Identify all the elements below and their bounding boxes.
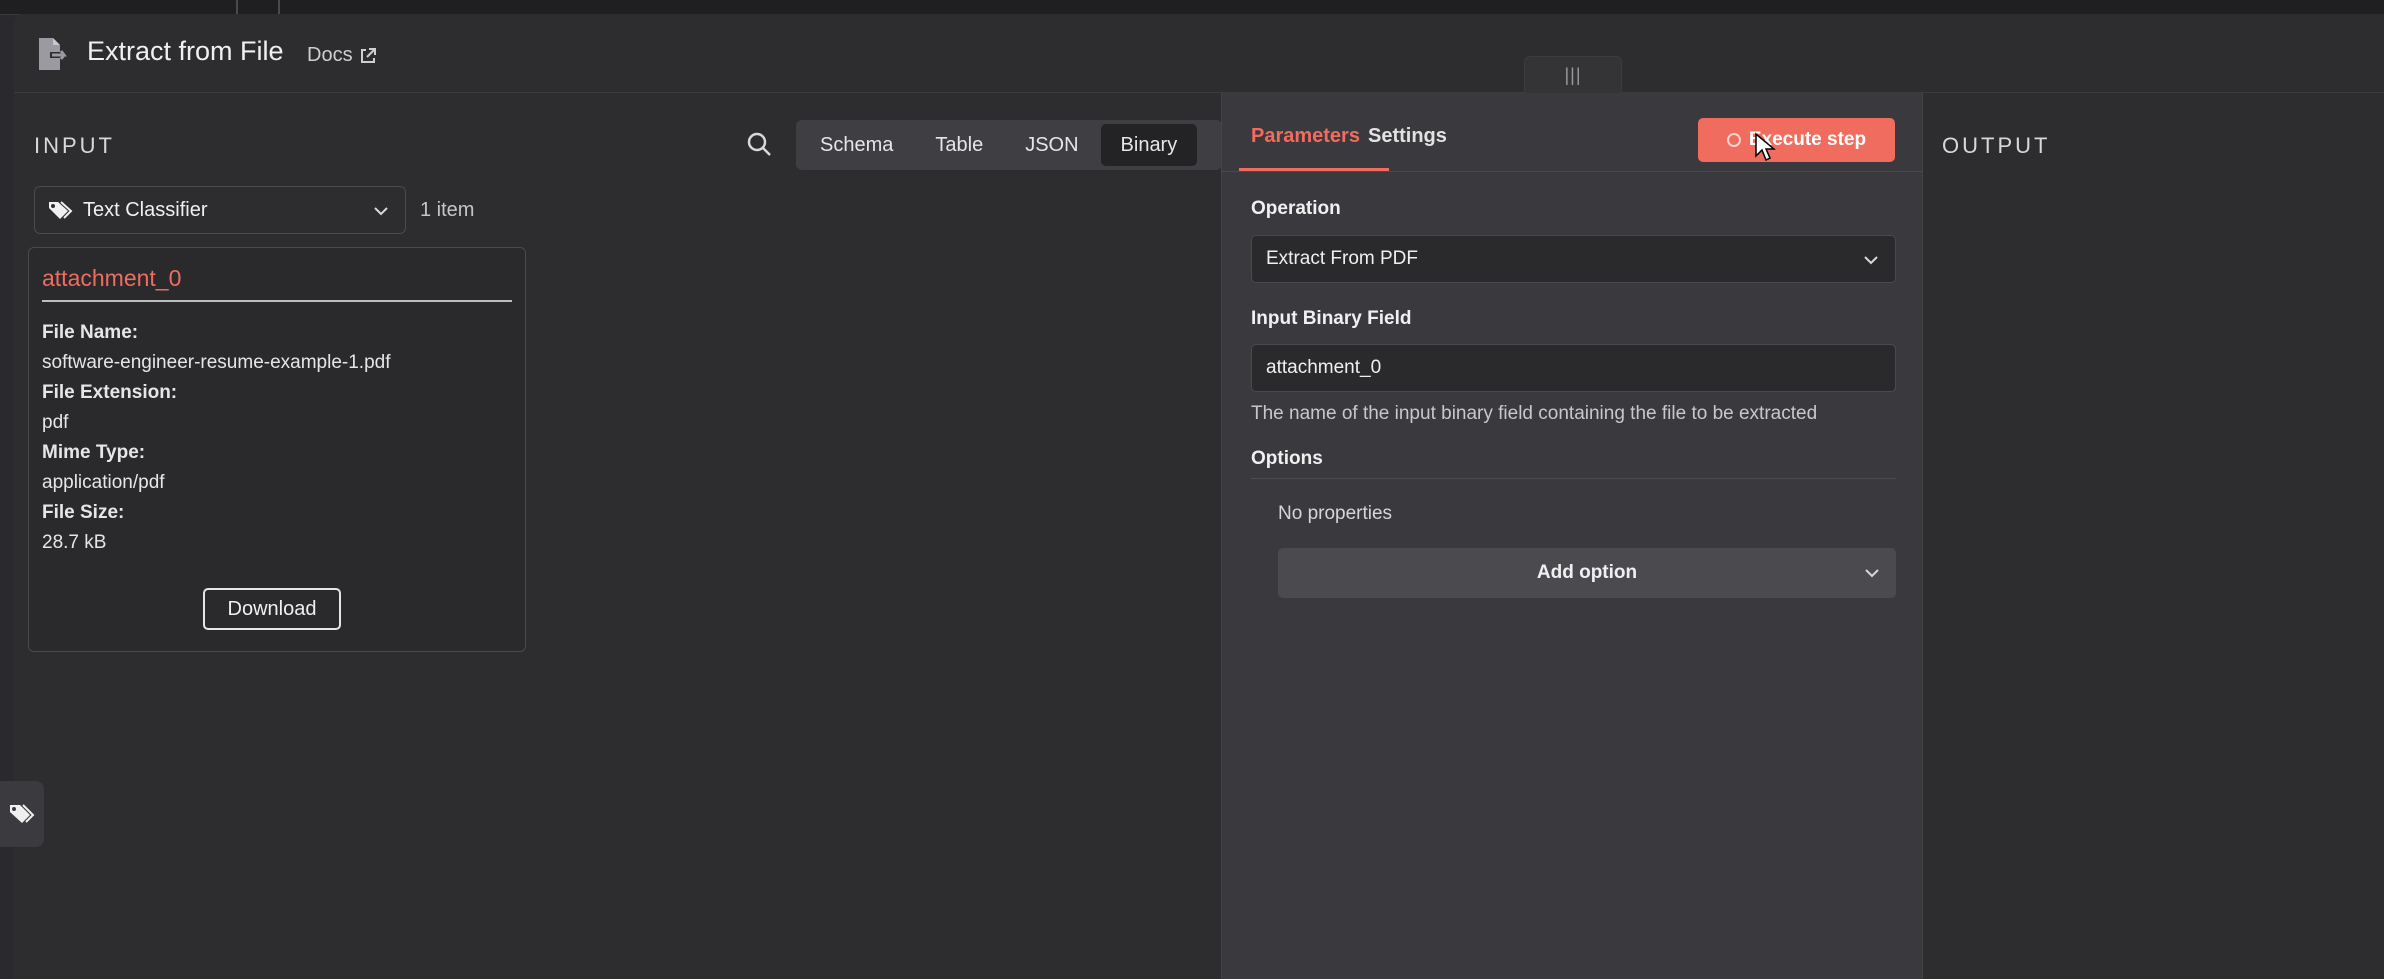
binary-field-input[interactable] [1251,344,1896,392]
field-key: Mime Type: [42,442,146,463]
no-properties-text: No properties [1278,503,1393,524]
operation-select[interactable]: Extract From PDF [1251,235,1896,283]
parameters-pane: Parameters Settings Execute step Operati… [1221,93,1923,979]
node-title: Extract from File [87,36,284,66]
file-export-icon [39,38,67,70]
tab-json[interactable]: JSON [1005,124,1098,166]
operation-label: Operation [1251,198,1341,219]
modal-header: Extract from File Docs [14,14,2384,93]
spinner-icon [1726,133,1741,147]
input-pane: INPUT Schema Table JSON Binary Text Clas… [0,93,1222,979]
operation-value: Extract From PDF [1266,248,1419,269]
field-value: application/pdf [42,472,165,493]
strip-divider [278,0,280,14]
download-button[interactable]: Download [203,588,341,630]
search-icon[interactable] [744,129,776,161]
cursor-icon [1755,132,1776,162]
execute-step-button[interactable]: Execute step [1698,118,1895,162]
field-key: File Name: [42,322,139,343]
tab-parameters[interactable]: Parameters [1251,125,1360,148]
side-tag-button[interactable] [0,781,44,847]
tab-schema[interactable]: Schema [800,124,913,166]
input-pane-label: INPUT [34,133,115,158]
field-value: pdf [42,412,69,433]
strip-divider [236,0,238,14]
source-node-label: Text Classifier [83,198,208,221]
item-count: 1 item [420,199,475,221]
binary-data-card: attachment_0 File Name: software-enginee… [28,247,526,652]
field-key: File Size: [42,502,125,523]
tab-binary[interactable]: Binary [1100,124,1198,166]
chevron-down-icon [1864,256,1878,265]
chevron-down-icon [1865,569,1879,578]
output-pane: OUTPUT [1922,93,2384,979]
add-option-button[interactable]: Add option [1278,548,1896,598]
tab-settings[interactable]: Settings [1368,125,1447,148]
binary-field-hint: The name of the input binary field conta… [1251,403,1818,424]
field-value: software-engineer-resume-example-1.pdf [42,352,391,373]
tag-icon [49,201,73,219]
window-top-strip [0,0,2384,15]
binary-property-name: attachment_0 [42,265,182,291]
external-link-icon [360,47,376,63]
chevron-down-icon [374,207,388,216]
output-pane-label: OUTPUT [1942,133,2051,158]
docs-link-label: Docs [307,44,353,66]
tab-table[interactable]: Table [915,124,1003,166]
tabs-divider [1222,171,1922,172]
add-option-label: Add option [1536,562,1638,583]
node-details-modal: Extract from File Docs ||| INPUT Schema … [0,14,2384,979]
tag-icon [10,804,35,823]
drag-handle-icon[interactable]: ||| [1524,56,1622,93]
field-value: 28.7 kB [42,532,107,553]
file-metadata: File Name: software-engineer-resume-exam… [42,318,391,558]
source-node-select[interactable]: Text Classifier [34,186,406,234]
field-key: File Extension: [42,382,178,403]
input-view-tabs: Schema Table JSON Binary [796,120,1222,170]
options-label: Options [1251,448,1323,469]
docs-link[interactable]: Docs [307,44,377,67]
binary-field-label: Input Binary Field [1251,308,1412,329]
card-divider [42,300,512,302]
options-divider [1251,478,1896,479]
